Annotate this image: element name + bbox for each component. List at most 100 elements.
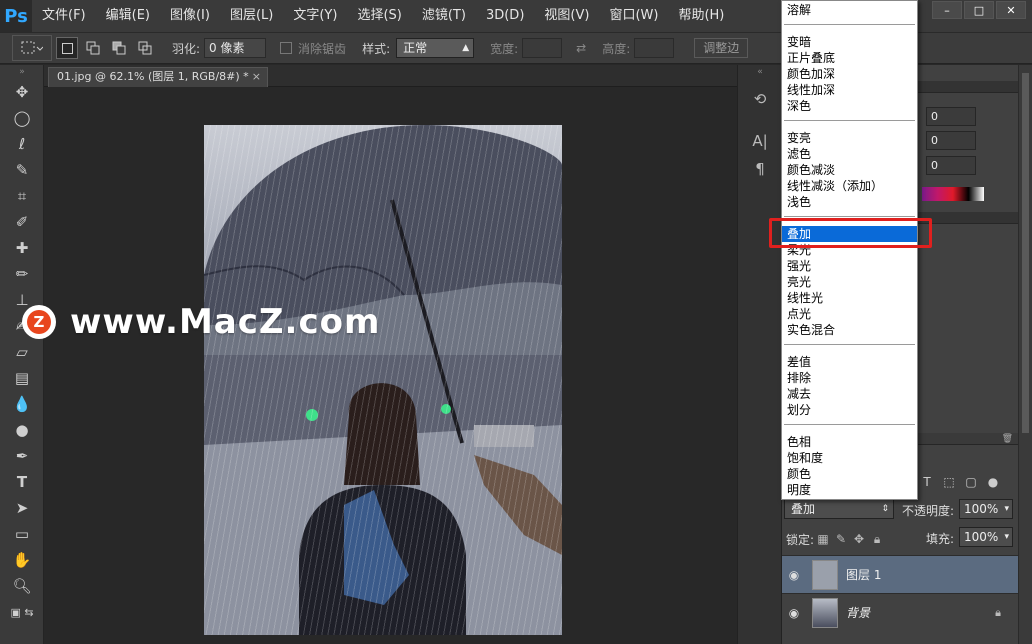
lock-pixels-icon[interactable]: ✎ bbox=[832, 532, 850, 546]
blend-mode-option[interactable]: 线性减淡（添加） bbox=[782, 178, 917, 194]
blend-mode-option[interactable]: 强光 bbox=[782, 258, 917, 274]
history-panel-icon[interactable]: ⟲ bbox=[738, 85, 782, 113]
blend-mode-option[interactable]: 减去 bbox=[782, 386, 917, 402]
toolbar-collapse-icon[interactable]: » bbox=[0, 65, 44, 79]
blend-mode-option[interactable]: 深色 bbox=[782, 98, 917, 114]
dodge-tool-icon[interactable]: ● bbox=[0, 417, 44, 443]
tool-preset-picker[interactable] bbox=[12, 35, 52, 61]
hand-tool-icon[interactable]: ✋ bbox=[0, 547, 44, 573]
menu-view[interactable]: 视图(V) bbox=[534, 0, 599, 32]
zoom-tool-icon[interactable]: 🔍︎ bbox=[0, 573, 44, 599]
blend-mode-option[interactable]: 变亮 bbox=[782, 130, 917, 146]
marquee-tool-icon[interactable]: ◯ bbox=[0, 105, 44, 131]
blend-mode-option[interactable]: 饱和度 bbox=[782, 450, 917, 466]
color-input-1[interactable]: 0 bbox=[926, 107, 976, 126]
shape-tool-icon[interactable]: ▭ bbox=[0, 521, 44, 547]
move-tool-icon[interactable]: ✥ bbox=[0, 79, 44, 105]
canvas-area[interactable] bbox=[44, 87, 737, 644]
lock-position-icon[interactable]: ✥ bbox=[850, 532, 868, 546]
maximize-button[interactable]: □ bbox=[964, 1, 994, 19]
color-ramp[interactable] bbox=[922, 187, 984, 201]
crop-tool-icon[interactable]: ⌗ bbox=[0, 183, 44, 209]
menu-window[interactable]: 窗口(W) bbox=[599, 0, 668, 32]
eraser-tool-icon[interactable]: ▱ bbox=[0, 339, 44, 365]
menu-layer[interactable]: 图层(L) bbox=[220, 0, 283, 32]
blend-mode-select[interactable]: 叠加 ⇕ bbox=[784, 499, 894, 519]
lock-transparency-icon[interactable]: ▦ bbox=[814, 532, 832, 546]
layer-row-background[interactable]: ◉ 背景 🔒︎ bbox=[782, 593, 1032, 631]
blend-mode-option[interactable]: 线性加深 bbox=[782, 82, 917, 98]
add-selection-icon[interactable] bbox=[82, 37, 104, 59]
blend-mode-option[interactable]: 排除 bbox=[782, 370, 917, 386]
filter-toggle-icon[interactable]: ● bbox=[986, 475, 1000, 489]
blend-mode-option[interactable]: 颜色加深 bbox=[782, 66, 917, 82]
photo-rain-umbrella-woman[interactable] bbox=[204, 125, 562, 635]
shape-filter-icon[interactable]: ⬚ bbox=[942, 475, 956, 489]
menu-filter[interactable]: 滤镜(T) bbox=[412, 0, 476, 32]
intersect-selection-icon[interactable] bbox=[134, 37, 156, 59]
menu-image[interactable]: 图像(I) bbox=[160, 0, 220, 32]
opacity-input[interactable]: 100% ▾ bbox=[959, 499, 1013, 519]
antialias-checkbox[interactable] bbox=[280, 42, 293, 54]
feather-input[interactable]: 0 像素 bbox=[204, 38, 267, 58]
blend-mode-option[interactable]: 亮光 bbox=[782, 274, 917, 290]
blend-mode-option[interactable]: 色相 bbox=[782, 434, 917, 450]
subtract-selection-icon[interactable] bbox=[108, 37, 130, 59]
blend-mode-option[interactable]: 溶解 bbox=[782, 2, 917, 18]
trash-icon[interactable]: 🗑︎ bbox=[1002, 433, 1013, 445]
brush-tool-icon[interactable]: ✏ bbox=[0, 261, 44, 287]
menu-help[interactable]: 帮助(H) bbox=[668, 0, 734, 32]
lock-all-icon[interactable]: 🔒︎ bbox=[868, 532, 886, 547]
blend-mode-option[interactable]: 颜色减淡 bbox=[782, 162, 917, 178]
blend-mode-option[interactable]: 线性光 bbox=[782, 290, 917, 306]
blend-mode-option[interactable]: 划分 bbox=[782, 402, 917, 418]
paragraph-panel-icon[interactable]: ¶ bbox=[738, 155, 782, 183]
layer-row-layer1[interactable]: ◉ 图层 1 bbox=[782, 555, 1032, 593]
menu-3d[interactable]: 3D(D) bbox=[476, 0, 534, 32]
blend-mode-option[interactable]: 差值 bbox=[782, 354, 917, 370]
type-filter-icon[interactable]: T bbox=[920, 475, 934, 489]
scrollbar-thumb[interactable] bbox=[1022, 73, 1029, 433]
smart-filter-icon[interactable]: ▢ bbox=[964, 475, 978, 489]
panel-scrollbar[interactable] bbox=[1018, 65, 1032, 644]
refine-edge-button[interactable]: 调整边 bbox=[694, 38, 749, 58]
lasso-tool-icon[interactable]: ℓ bbox=[0, 131, 44, 157]
style-select[interactable]: 正常 ▲ bbox=[396, 38, 475, 58]
blend-mode-option[interactable]: 正片叠底 bbox=[782, 50, 917, 66]
visibility-eye-icon[interactable]: ◉ bbox=[782, 606, 806, 620]
type-tool-icon[interactable]: T bbox=[0, 469, 44, 495]
close-button[interactable]: ✕ bbox=[996, 1, 1026, 19]
character-panel-icon[interactable]: A| bbox=[738, 127, 782, 155]
menu-type[interactable]: 文字(Y) bbox=[283, 0, 347, 32]
fill-input[interactable]: 100% ▾ bbox=[959, 527, 1013, 547]
new-selection-icon[interactable] bbox=[56, 37, 78, 59]
blend-mode-option[interactable]: 点光 bbox=[782, 306, 917, 322]
document-tab[interactable]: 01.jpg @ 62.1% (图层 1, RGB/8#) * × bbox=[48, 67, 268, 87]
minimize-button[interactable]: – bbox=[932, 1, 962, 19]
strip-collapse-icon[interactable]: « bbox=[738, 65, 782, 79]
blend-mode-option[interactable]: 明度 bbox=[782, 482, 917, 498]
blend-mode-option[interactable]: 滤色 bbox=[782, 146, 917, 162]
menu-select[interactable]: 选择(S) bbox=[347, 0, 411, 32]
blend-mode-option[interactable]: 实色混合 bbox=[782, 322, 917, 338]
blur-tool-icon[interactable]: 💧 bbox=[0, 391, 44, 417]
menu-edit[interactable]: 编辑(E) bbox=[96, 0, 160, 32]
pen-tool-icon[interactable]: ✒ bbox=[0, 443, 44, 469]
swap-icon[interactable]: ⇄ bbox=[576, 41, 586, 55]
close-tab-icon[interactable]: × bbox=[252, 68, 261, 86]
color-input-3[interactable]: 0 bbox=[926, 156, 976, 175]
path-select-tool-icon[interactable]: ➤ bbox=[0, 495, 44, 521]
color-input-2[interactable]: 0 bbox=[926, 131, 976, 150]
healing-tool-icon[interactable]: ✚ bbox=[0, 235, 44, 261]
blend-mode-option[interactable]: 浅色 bbox=[782, 194, 917, 210]
height-input[interactable] bbox=[634, 38, 675, 58]
gradient-tool-icon[interactable]: ▤ bbox=[0, 365, 44, 391]
blend-mode-option[interactable]: 颜色 bbox=[782, 466, 917, 482]
width-input[interactable] bbox=[522, 38, 563, 58]
quick-select-tool-icon[interactable]: ✎ bbox=[0, 157, 44, 183]
blend-mode-option[interactable]: 变暗 bbox=[782, 34, 917, 50]
menu-file[interactable]: 文件(F) bbox=[32, 0, 96, 32]
visibility-eye-icon[interactable]: ◉ bbox=[782, 568, 806, 582]
color-swatches-icon[interactable]: ▣ ⇆ bbox=[0, 599, 44, 625]
eyedropper-tool-icon[interactable]: ✐ bbox=[0, 209, 44, 235]
